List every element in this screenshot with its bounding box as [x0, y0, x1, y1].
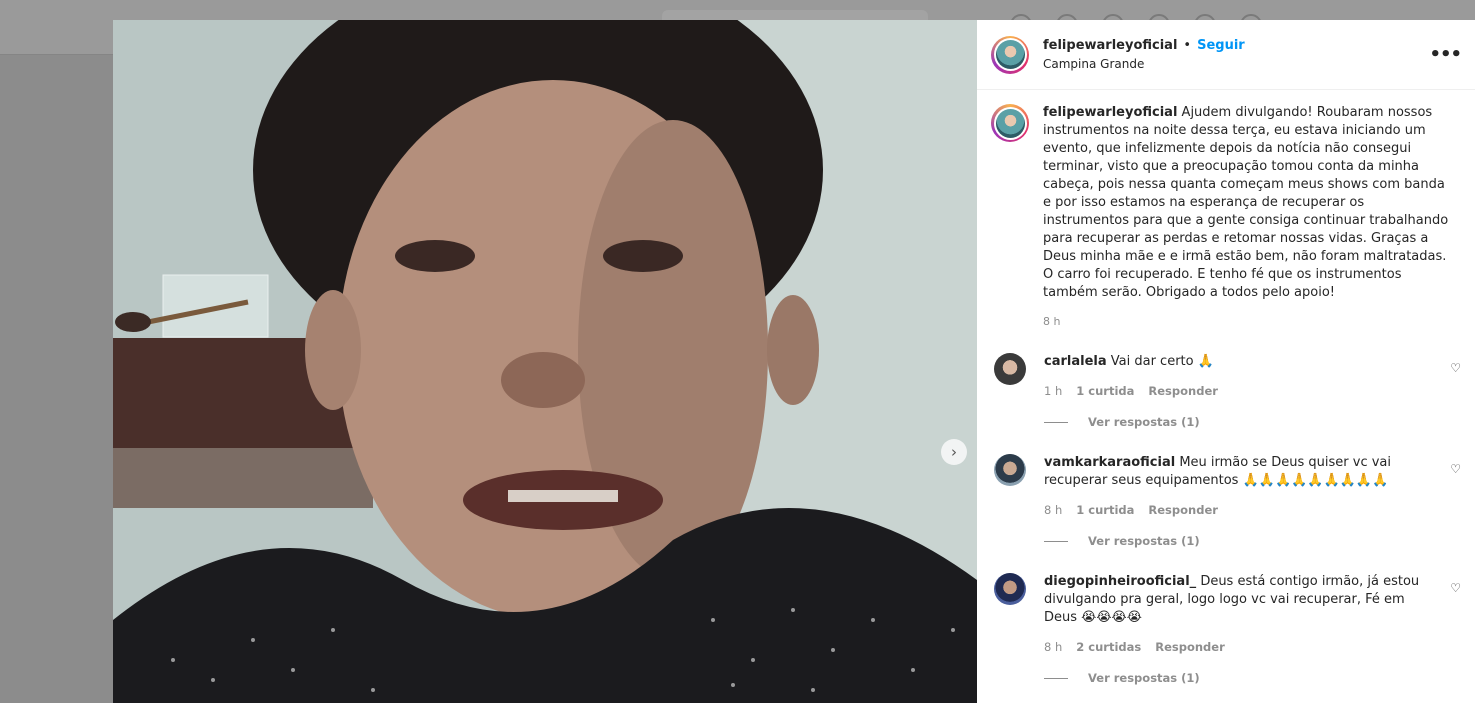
comment-text: diegopinheirooficial_ Deus está contigo …: [1044, 573, 1434, 627]
reply-button[interactable]: Responder: [1148, 503, 1218, 517]
replies-divider: [1044, 540, 1068, 542]
author-username[interactable]: felipewarleyoficial: [1043, 38, 1177, 54]
reply-button[interactable]: Responder: [1155, 640, 1225, 654]
caption-timestamp: 8 h: [1043, 315, 1061, 328]
caption-username[interactable]: felipewarleyoficial: [1043, 105, 1177, 120]
comment-timestamp: 1 h: [1044, 384, 1063, 398]
commenter-avatar[interactable]: [994, 454, 1026, 486]
comment-item: carlalela Vai dar certo 🙏 1 h 1 curtida …: [991, 353, 1461, 429]
comment-timestamp: 8 h: [1044, 640, 1063, 654]
comment-timestamp: 8 h: [1044, 503, 1063, 517]
comment-text: carlalela Vai dar certo 🙏: [1044, 353, 1434, 371]
comment-text: vamkarkaraoficial Meu irmão se Deus quis…: [1044, 454, 1434, 490]
comment-item: diegopinheirooficial_ Deus está contigo …: [991, 573, 1461, 685]
view-replies-label: Ver respostas (1): [1088, 415, 1200, 429]
post-side-panel: felipewarleyoficial • Seguir Campina Gra…: [977, 20, 1475, 703]
next-media-button[interactable]: ›: [941, 439, 967, 465]
post-header: felipewarleyoficial • Seguir Campina Gra…: [977, 20, 1475, 90]
reply-button[interactable]: Responder: [1148, 384, 1218, 398]
post-location[interactable]: Campina Grande: [1043, 57, 1429, 71]
heart-icon[interactable]: ♡: [1450, 361, 1461, 375]
replies-divider: [1044, 421, 1068, 423]
video-frame: [113, 20, 977, 703]
comment-actions: 8 h 2 curtidas Responder: [1044, 640, 1434, 654]
caption-content: Ajudem divulgando! Roubaram nossos instr…: [1043, 105, 1449, 300]
commenter-username[interactable]: diegopinheirooficial_: [1044, 574, 1196, 589]
commenter-avatar[interactable]: [994, 353, 1026, 385]
comment-item: vamkarkaraoficial Meu irmão se Deus quis…: [991, 454, 1461, 548]
commenter-avatar[interactable]: [994, 573, 1026, 605]
post-caption: felipewarleyoficial Ajudem divulgando! R…: [991, 104, 1461, 328]
heart-icon[interactable]: ♡: [1450, 581, 1461, 595]
post-modal: › felipewarleyoficial • Seguir Campina G…: [113, 20, 1475, 703]
author-avatar-image: [995, 40, 1025, 69]
commenter-username[interactable]: carlalela: [1044, 354, 1107, 369]
author-avatar[interactable]: [991, 35, 1029, 74]
comment-likes[interactable]: 1 curtida: [1076, 503, 1134, 517]
post-video[interactable]: ›: [113, 20, 977, 703]
commenter-username[interactable]: vamkarkaraoficial: [1044, 455, 1175, 470]
chevron-right-icon: ›: [951, 443, 957, 461]
heart-icon[interactable]: ♡: [1450, 462, 1461, 476]
caption-avatar[interactable]: [991, 104, 1029, 142]
comment-actions: 1 h 1 curtida Responder: [1044, 384, 1434, 398]
view-replies-button[interactable]: Ver respostas (1): [1044, 534, 1434, 548]
caption-text: felipewarleyoficial Ajudem divulgando! R…: [1043, 104, 1453, 302]
comments-list: felipewarleyoficial Ajudem divulgando! R…: [977, 90, 1475, 685]
separator-dot: •: [1183, 38, 1192, 53]
more-options-icon[interactable]: •••: [1429, 44, 1462, 65]
view-replies-button[interactable]: Ver respostas (1): [1044, 671, 1434, 685]
view-replies-label: Ver respostas (1): [1088, 534, 1200, 548]
comment-likes[interactable]: 1 curtida: [1076, 384, 1134, 398]
follow-button[interactable]: Seguir: [1197, 38, 1245, 54]
view-replies-button[interactable]: Ver respostas (1): [1044, 415, 1434, 429]
comment-likes[interactable]: 2 curtidas: [1076, 640, 1141, 654]
caption-avatar-image: [995, 108, 1025, 138]
view-replies-label: Ver respostas (1): [1088, 671, 1200, 685]
replies-divider: [1044, 677, 1068, 679]
comment-actions: 8 h 1 curtida Responder: [1044, 503, 1434, 517]
comment-content: Vai dar certo 🙏: [1110, 354, 1214, 369]
